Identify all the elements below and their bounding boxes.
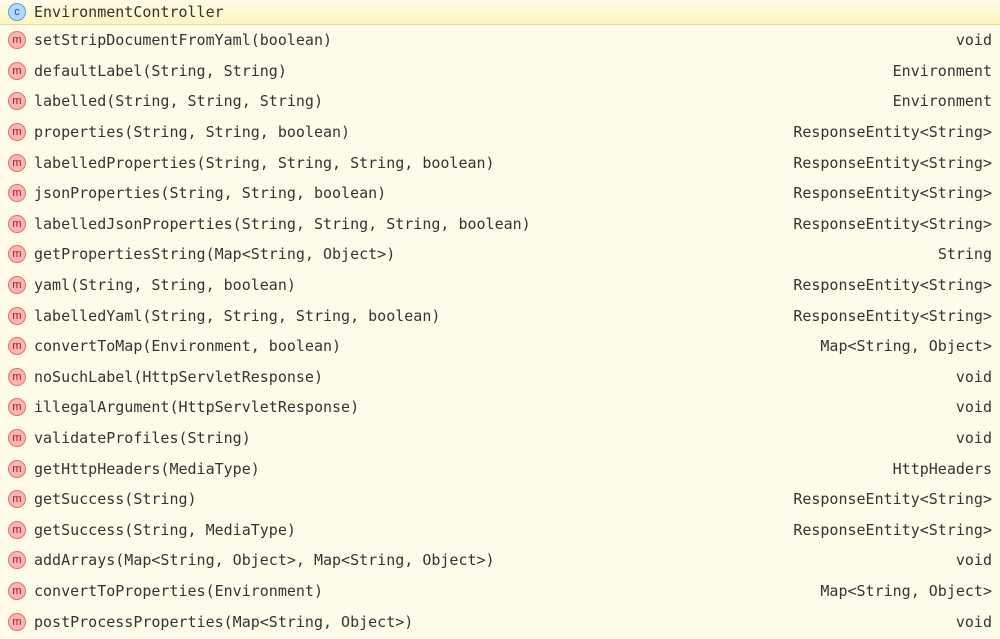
method-return-type: ResponseEntity<String>: [793, 307, 992, 325]
method-row[interactable]: m noSuchLabel(HttpServletResponse) void: [0, 362, 1000, 393]
method-return-type: ResponseEntity<String>: [793, 215, 992, 233]
method-signature: setStripDocumentFromYaml(boolean): [34, 31, 944, 49]
method-signature: illegalArgument(HttpServletResponse): [34, 398, 944, 416]
method-icon: m: [8, 368, 26, 386]
method-signature: defaultLabel(String, String): [34, 62, 881, 80]
method-signature: labelledProperties(String, String, Strin…: [34, 154, 781, 172]
method-icon: m: [8, 337, 26, 355]
method-icon: m: [8, 398, 26, 416]
method-row[interactable]: m addArrays(Map<String, Object>, Map<Stri…: [0, 545, 1000, 576]
method-return-type: void: [956, 613, 992, 631]
method-icon: m: [8, 551, 26, 569]
method-row[interactable]: m jsonProperties(String, String, boolean)…: [0, 178, 1000, 209]
method-row[interactable]: m getHttpHeaders(MediaType) HttpHeaders: [0, 453, 1000, 484]
method-icon: m: [8, 215, 26, 233]
method-return-type: Environment: [893, 92, 992, 110]
method-row[interactable]: m convertToMap(Environment, boolean) Map<S…: [0, 331, 1000, 362]
method-row[interactable]: m setStripDocumentFromYaml(boolean) void: [0, 25, 1000, 56]
method-icon: m: [8, 62, 26, 80]
method-signature: postProcessProperties(Map<String, Object…: [34, 613, 944, 631]
method-return-type: void: [956, 368, 992, 386]
method-icon: m: [8, 245, 26, 263]
method-list: msetStripDocumentFromYaml(boolean)voidmd…: [0, 25, 1000, 637]
method-row[interactable]: m defaultLabel(String, String) Environment: [0, 56, 1000, 87]
method-return-type: String: [938, 245, 992, 263]
method-signature: addArrays(Map<String, Object>, Map<Strin…: [34, 551, 944, 569]
method-return-type: ResponseEntity<String>: [793, 490, 992, 508]
method-signature: getSuccess(String, MediaType): [34, 521, 781, 539]
method-signature: convertToMap(Environment, boolean): [34, 337, 808, 355]
method-icon: m: [8, 123, 26, 141]
method-return-type: void: [956, 429, 992, 447]
method-row[interactable]: m yaml(String, String, boolean) ResponseEn…: [0, 270, 1000, 301]
class-icon: c: [8, 3, 26, 21]
method-row[interactable]: m illegalArgument(HttpServletResponse) voi…: [0, 392, 1000, 423]
method-icon: m: [8, 521, 26, 539]
method-icon: m: [8, 613, 26, 631]
method-return-type: HttpHeaders: [893, 460, 992, 478]
method-row[interactable]: m convertToProperties(Environment) Map<Str…: [0, 576, 1000, 607]
method-signature: labelled(String, String, String): [34, 92, 881, 110]
method-icon: m: [8, 31, 26, 49]
method-row[interactable]: m getSuccess(String, MediaType) ResponseEn…: [0, 515, 1000, 546]
class-header[interactable]: c EnvironmentController: [0, 0, 1000, 25]
method-icon: m: [8, 460, 26, 478]
method-row[interactable]: m labelledProperties(String, String, Stri…: [0, 147, 1000, 178]
class-title: EnvironmentController: [34, 3, 224, 21]
method-return-type: ResponseEntity<String>: [793, 521, 992, 539]
method-row[interactable]: m validateProfiles(String) void: [0, 423, 1000, 454]
method-icon: m: [8, 307, 26, 325]
method-return-type: ResponseEntity<String>: [793, 123, 992, 141]
method-signature: jsonProperties(String, String, boolean): [34, 184, 781, 202]
method-row[interactable]: m labelledYaml(String, String, String, bo…: [0, 300, 1000, 331]
method-icon: m: [8, 429, 26, 447]
method-row[interactable]: m labelled(String, String, String) Environ…: [0, 86, 1000, 117]
method-icon: m: [8, 490, 26, 508]
method-signature: yaml(String, String, boolean): [34, 276, 781, 294]
method-return-type: ResponseEntity<String>: [793, 184, 992, 202]
method-icon: m: [8, 184, 26, 202]
method-signature: convertToProperties(Environment): [34, 582, 808, 600]
method-signature: properties(String, String, boolean): [34, 123, 781, 141]
method-icon: m: [8, 276, 26, 294]
method-row[interactable]: m labelledJsonProperties(String, String, …: [0, 209, 1000, 240]
method-return-type: ResponseEntity<String>: [793, 154, 992, 172]
method-row[interactable]: m properties(String, String, boolean) Resp…: [0, 117, 1000, 148]
method-return-type: void: [956, 551, 992, 569]
method-signature: getSuccess(String): [34, 490, 781, 508]
method-return-type: ResponseEntity<String>: [793, 276, 992, 294]
method-row[interactable]: m getPropertiesString(Map<String, Object>…: [0, 239, 1000, 270]
method-icon: m: [8, 154, 26, 172]
method-icon: m: [8, 92, 26, 110]
method-signature: noSuchLabel(HttpServletResponse): [34, 368, 944, 386]
method-return-type: Map<String, Object>: [820, 337, 992, 355]
method-return-type: Map<String, Object>: [820, 582, 992, 600]
method-return-type: Environment: [893, 62, 992, 80]
method-return-type: void: [956, 31, 992, 49]
method-signature: labelledYaml(String, String, String, boo…: [34, 307, 781, 325]
method-signature: validateProfiles(String): [34, 429, 944, 447]
method-signature: getPropertiesString(Map<String, Object>): [34, 245, 926, 263]
method-signature: labelledJsonProperties(String, String, S…: [34, 215, 781, 233]
method-signature: getHttpHeaders(MediaType): [34, 460, 881, 478]
method-icon: m: [8, 582, 26, 600]
method-row[interactable]: m postProcessProperties(Map<String, Objec…: [0, 606, 1000, 637]
method-return-type: void: [956, 398, 992, 416]
method-row[interactable]: m getSuccess(String) ResponseEntity<String…: [0, 484, 1000, 515]
